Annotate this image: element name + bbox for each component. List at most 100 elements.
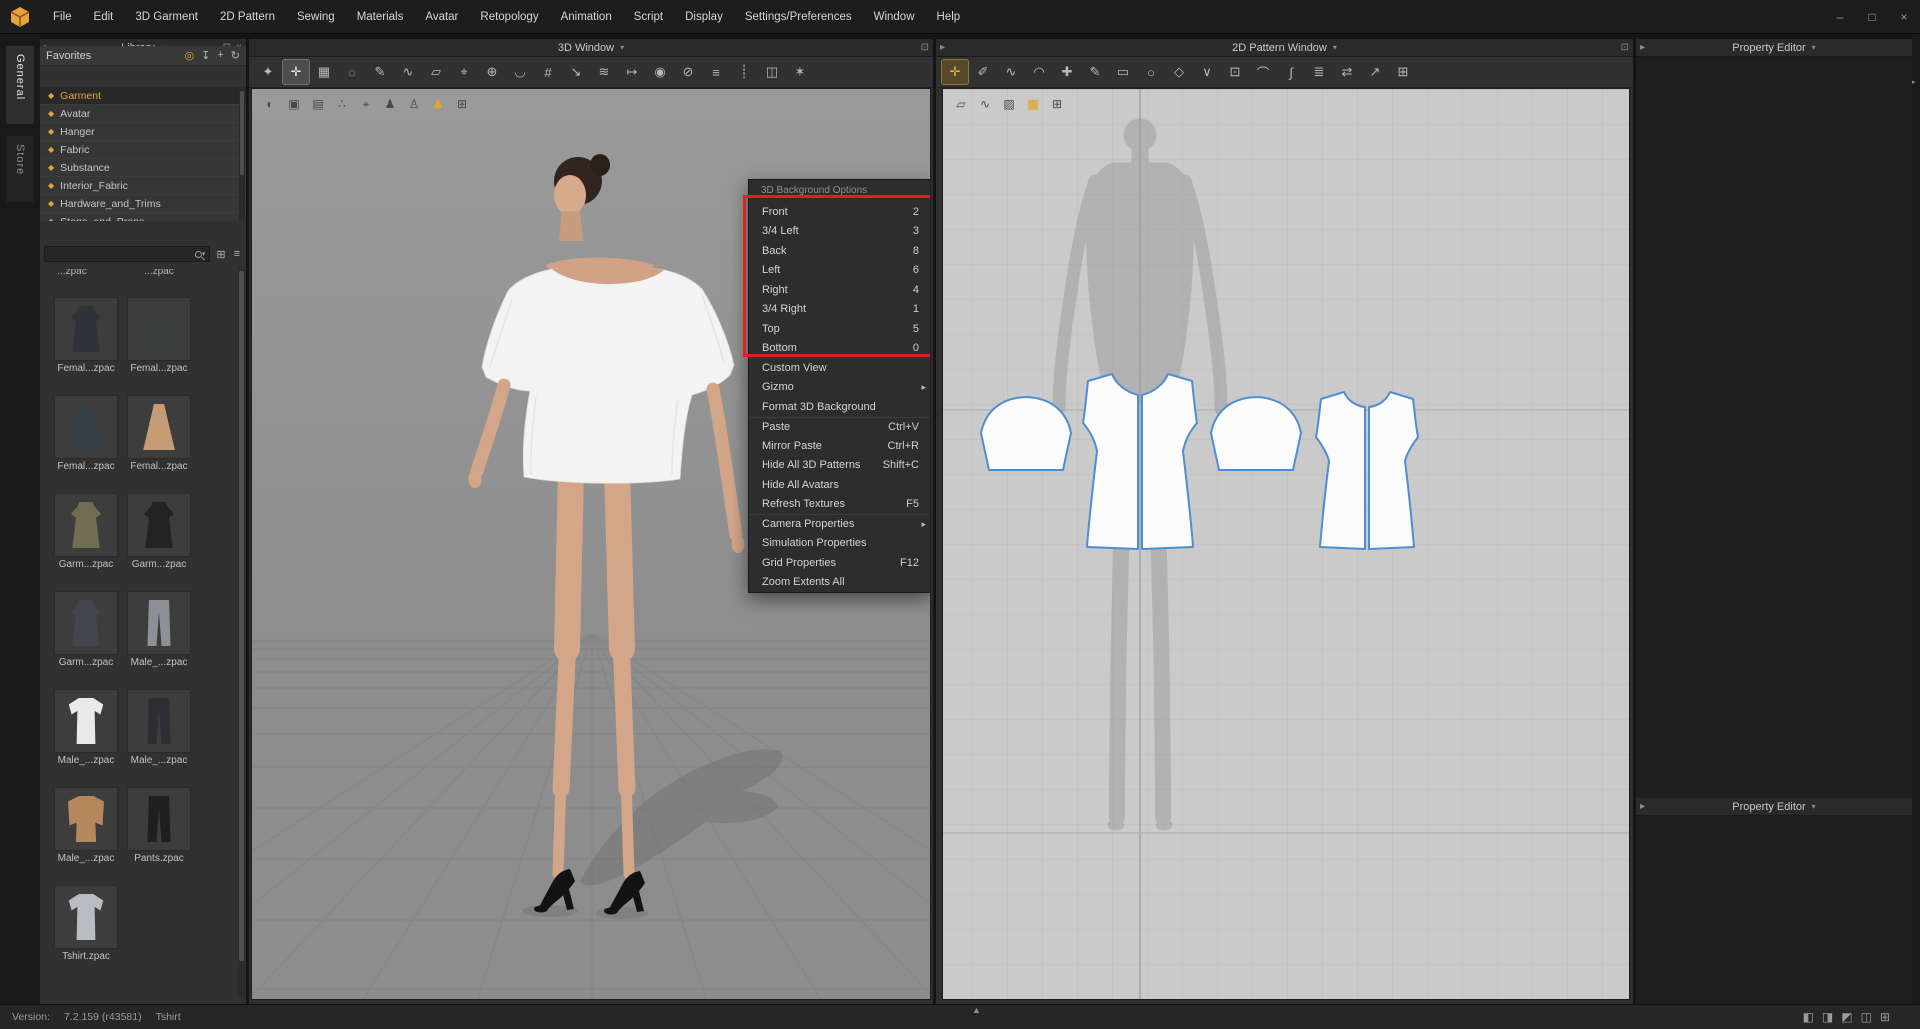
list-item[interactable]: Femal...zpac: [127, 395, 191, 472]
dock-arrow-icon[interactable]: ▸: [1640, 39, 1645, 57]
menu-item-hide-all-avatars[interactable]: Hide All Avatars ▸: [749, 475, 931, 495]
dock-arrow-icon[interactable]: ▸: [1912, 74, 1916, 92]
search-input[interactable]: [49, 249, 195, 260]
menubar-item[interactable]: 2D Pattern: [209, 0, 286, 34]
list-item[interactable]: Male_...zpac: [127, 591, 191, 668]
menubar-item[interactable]: Help: [926, 0, 972, 34]
arrangement-icon[interactable]: ▱: [423, 60, 449, 84]
category-garment[interactable]: ◆ Garment: [40, 87, 246, 105]
layout-quad-toggle-icon[interactable]: ⊞: [1880, 1010, 1890, 1024]
menubar-item[interactable]: Animation: [550, 0, 623, 34]
topstitch-icon[interactable]: ┊: [731, 60, 757, 84]
list-item[interactable]: Femal...zpac: [127, 297, 191, 374]
close-button[interactable]: ×: [1888, 0, 1920, 34]
pen-3d-icon[interactable]: ✎: [367, 60, 393, 84]
measure-tape-icon[interactable]: ↦: [619, 60, 645, 84]
menu-item-simulation-properties[interactable]: Simulation Properties ▸: [749, 534, 931, 554]
download-icon[interactable]: ↧: [201, 49, 210, 62]
show-arrangement-points-icon[interactable]: ∴: [332, 95, 352, 113]
menu-item-right[interactable]: Right 4 ▸: [749, 280, 931, 300]
pen-2d-icon[interactable]: ✎: [1082, 60, 1108, 84]
menu-item-three-quarter-left[interactable]: 3/4 Left 3 ▸: [749, 222, 931, 242]
category-partial[interactable]: ◆ Stage_and_Props: [40, 213, 246, 221]
menu-item-top[interactable]: Top 5 ▸: [749, 319, 931, 339]
show-pattern-outline-icon[interactable]: ▱: [951, 95, 971, 113]
print-area-icon[interactable]: ⊞: [1047, 95, 1067, 113]
quilt-grid-icon[interactable]: #: [535, 60, 561, 84]
category-hanger[interactable]: ◆ Hanger: [40, 123, 246, 141]
list-item[interactable]: Femal...zpac: [54, 395, 118, 472]
maximize-button[interactable]: □: [1856, 0, 1888, 34]
show-texture-icon[interactable]: ▩: [1023, 95, 1043, 113]
show-garment-icon[interactable]: ▣: [284, 95, 304, 113]
menu-item-format-3d-background[interactable]: Format 3D Background ▸: [749, 397, 931, 417]
show-base-fabric-icon[interactable]: ▨: [999, 95, 1019, 113]
menu-item-custom-view[interactable]: Custom View ▸: [749, 358, 931, 378]
select-mesh-icon[interactable]: ▦: [311, 60, 337, 84]
list-item[interactable]: Garm...zpac: [54, 493, 118, 570]
list-item[interactable]: Tshirt.zpac: [54, 885, 118, 962]
category-substance[interactable]: ◆ Substance: [40, 159, 246, 177]
float-panel-icon[interactable]: ⊡: [1621, 39, 1629, 57]
category-scrollbar[interactable]: [239, 87, 245, 221]
menubar-item[interactable]: Settings/Preferences: [734, 0, 863, 34]
grainline-icon[interactable]: ↗: [1362, 60, 1388, 84]
dock-arrow-icon[interactable]: ▸: [1640, 798, 1645, 816]
segment-sewing-icon[interactable]: ⌒: [1250, 60, 1276, 84]
menubar-item[interactable]: Window: [863, 0, 926, 34]
simulate-icon[interactable]: ✦: [255, 60, 281, 84]
collapse-panel-arrow-icon[interactable]: ▲: [972, 1005, 981, 1015]
binding-icon[interactable]: ◫: [759, 60, 785, 84]
free-sewing-icon[interactable]: ∫: [1278, 60, 1304, 84]
show-avatar-tape-icon[interactable]: ♟: [428, 95, 448, 113]
tack-on-avatar-icon[interactable]: ⊕: [479, 60, 505, 84]
show-avatar-mesh-icon[interactable]: ♙: [404, 95, 424, 113]
refresh-icon[interactable]: ↻: [231, 49, 240, 62]
pin-icon[interactable]: ⌖: [451, 60, 477, 84]
list-item[interactable]: Femal...zpac: [54, 297, 118, 374]
library-scrollbar[interactable]: [238, 267, 245, 997]
show-sewing-lines-icon[interactable]: ∿: [975, 95, 995, 113]
menubar-item[interactable]: Avatar: [414, 0, 469, 34]
menu-item-bottom[interactable]: Bottom 0 ▸: [749, 339, 931, 359]
show-pins-icon[interactable]: ⌖: [356, 95, 376, 113]
menu-item-refresh-textures[interactable]: Refresh Textures F5 ▸: [749, 495, 931, 515]
transform-pattern-icon[interactable]: ✛: [942, 60, 968, 84]
select-lasso-icon[interactable]: ◌: [339, 60, 365, 84]
zipper-icon[interactable]: ≡: [703, 60, 729, 84]
menu-item-back[interactable]: Back 8 ▸: [749, 241, 931, 261]
steam-icon[interactable]: ≋: [591, 60, 617, 84]
chevron-down-icon[interactable]: ▾: [1812, 802, 1816, 811]
menu-item-mirror-paste[interactable]: Mirror Paste Ctrl+R ▸: [749, 436, 931, 456]
layout-3d-toggle-icon[interactable]: ◨: [1822, 1010, 1833, 1024]
2d-viewport[interactable]: ▱ ∿ ▨ ▩ ⊞: [942, 88, 1630, 1000]
layout-split-toggle-icon[interactable]: ◫: [1861, 1010, 1872, 1024]
flip-pattern-icon[interactable]: ⇄: [1334, 60, 1360, 84]
3d-viewport[interactable]: ◐ ▣ ▤ ∴ ⌖: [251, 88, 931, 1000]
button-icon[interactable]: ◉: [647, 60, 673, 84]
minimize-button[interactable]: –: [1824, 0, 1856, 34]
search-box[interactable]: ▾: [44, 246, 210, 262]
menu-item-left[interactable]: Left 6 ▸: [749, 261, 931, 281]
list-item[interactable]: Male_...zpac: [54, 787, 118, 864]
chevron-down-icon[interactable]: ▾: [1333, 43, 1337, 52]
dart-icon[interactable]: ◇: [1166, 60, 1192, 84]
rectangle-pattern-icon[interactable]: ▭: [1110, 60, 1136, 84]
menu-item-zoom-extents-all[interactable]: Zoom Extents All ▸: [749, 573, 931, 593]
edit-curvature-icon[interactable]: ∿: [998, 60, 1024, 84]
list-item[interactable]: Male_...zpac: [54, 689, 118, 766]
flatten-icon[interactable]: ↘: [563, 60, 589, 84]
menu-item-three-quarter-right[interactable]: 3/4 Right 1 ▸: [749, 300, 931, 320]
pleats-sewing-icon[interactable]: ≣: [1306, 60, 1332, 84]
show-avatar-icon[interactable]: ♟: [380, 95, 400, 113]
list-item[interactable]: Male_...zpac: [127, 689, 191, 766]
menubar-item[interactable]: Materials: [346, 0, 415, 34]
category-fabric[interactable]: ◆ Fabric: [40, 141, 246, 159]
menu-item-paste[interactable]: Paste Ctrl+V ▸: [749, 417, 931, 437]
dock-arrow-icon[interactable]: ▸: [940, 39, 945, 57]
layout-library-toggle-icon[interactable]: ◧: [1803, 1010, 1814, 1024]
list-view-icon[interactable]: ≡: [232, 248, 242, 260]
category-interior-fabric[interactable]: ◆ Interior_Fabric: [40, 177, 246, 195]
buttonhole-icon[interactable]: ⊘: [675, 60, 701, 84]
print-layout-icon[interactable]: ⊞: [1390, 60, 1416, 84]
